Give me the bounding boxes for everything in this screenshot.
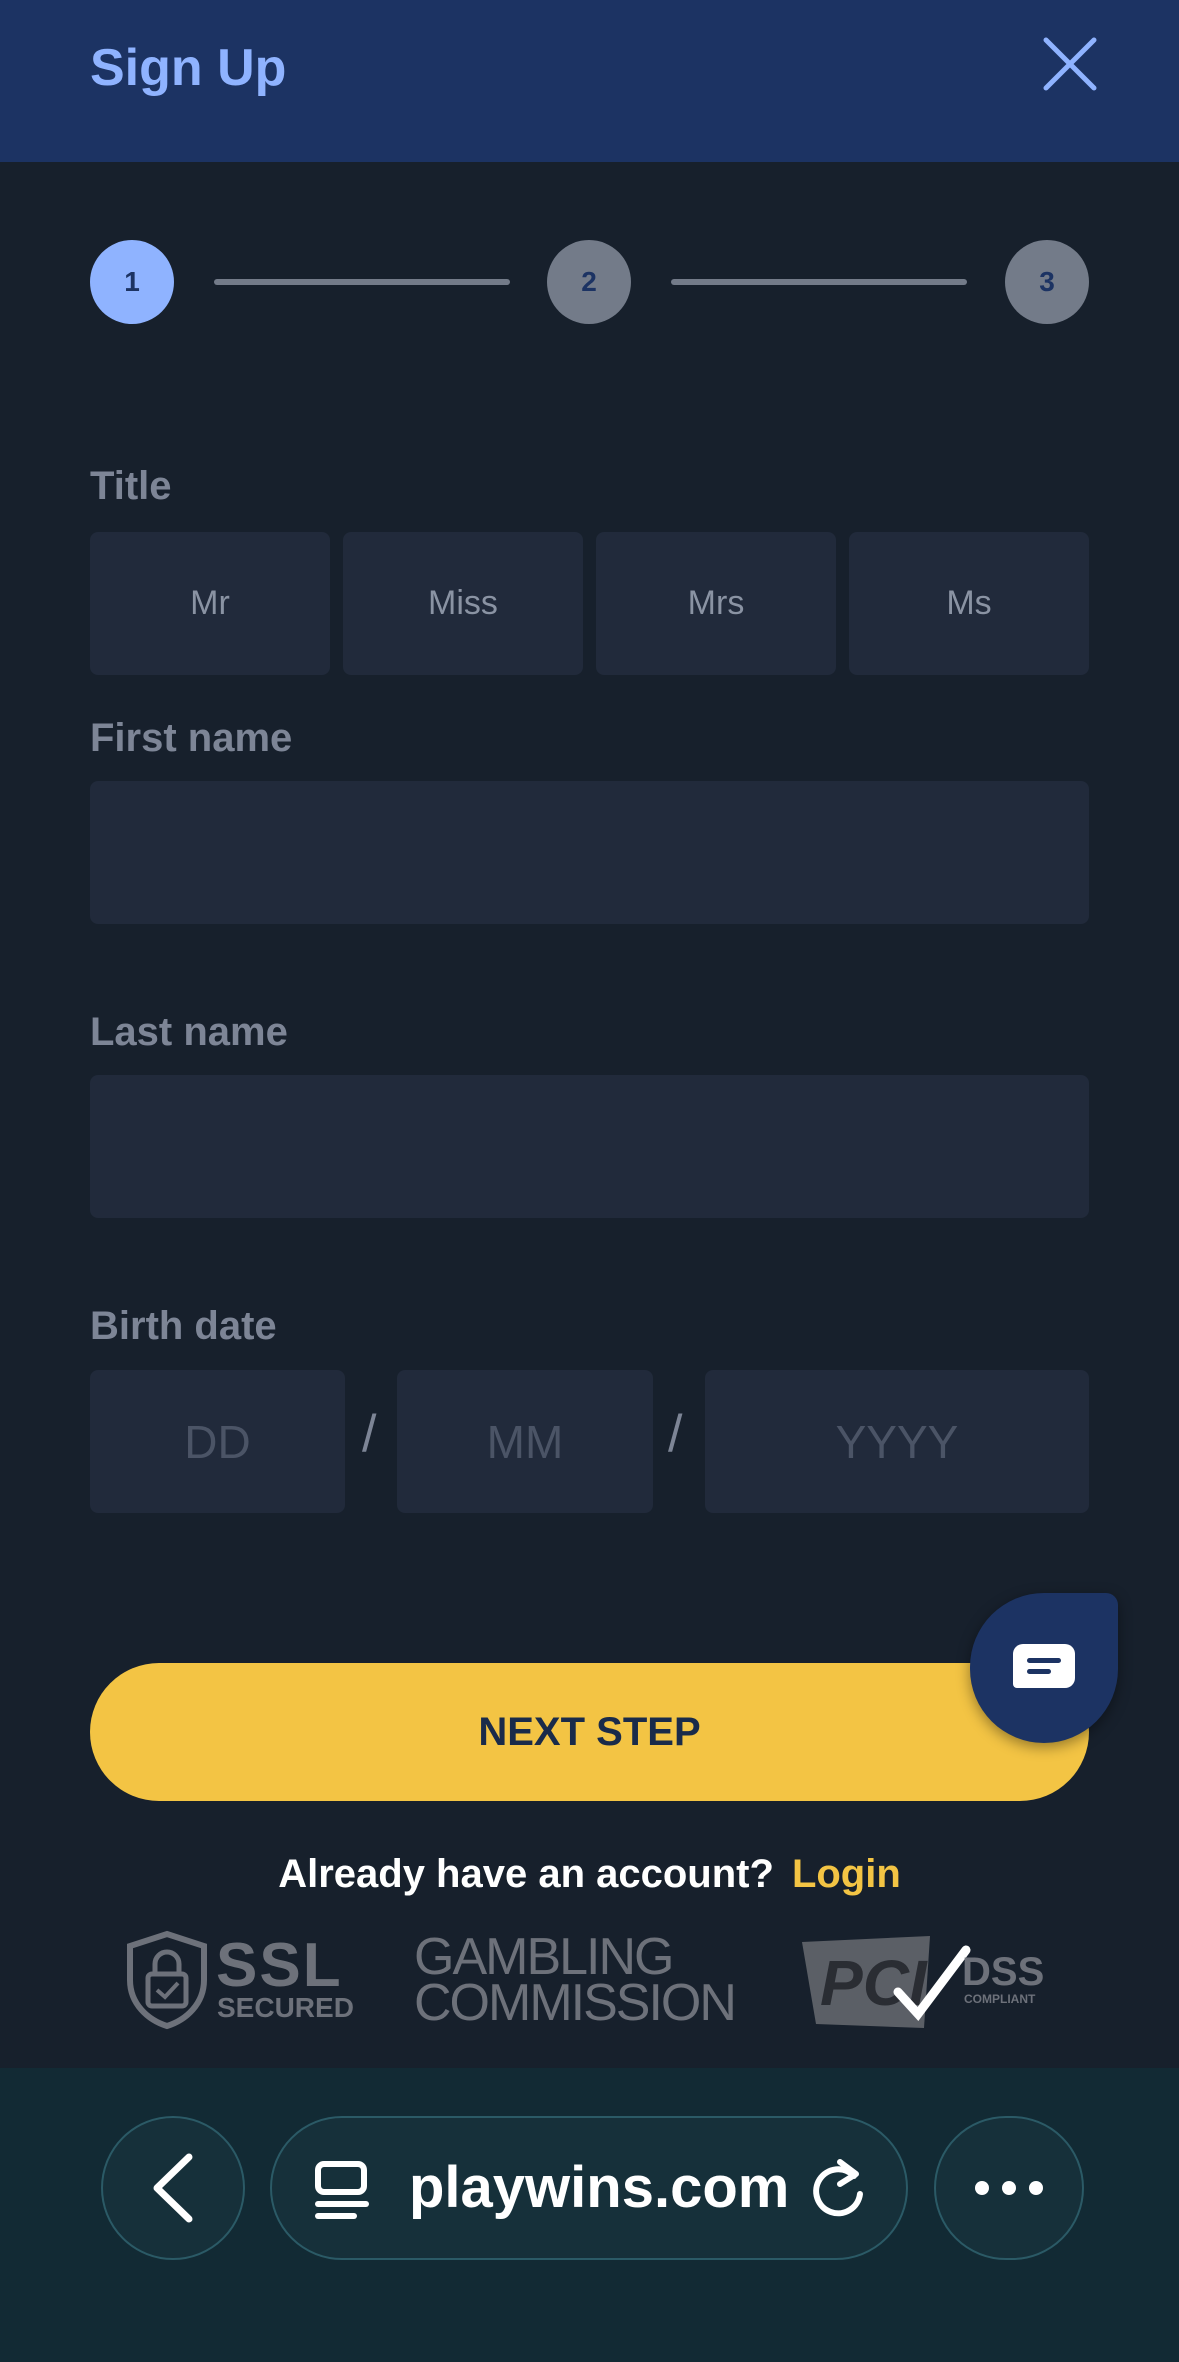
step-3-indicator: 3 <box>1005 240 1089 324</box>
last-name-field[interactable] <box>90 1075 1089 1218</box>
padlock-shield-icon <box>127 1930 207 2030</box>
close-button[interactable] <box>1040 34 1100 94</box>
pci-dss-badge: PCI DSS COMPLIANT <box>800 1932 1060 2032</box>
first-name-label: First name <box>90 716 293 760</box>
date-separator: / <box>362 1405 377 1463</box>
back-button[interactable] <box>101 2116 245 2260</box>
last-name-label: Last name <box>90 1010 288 1054</box>
gambling-commission-badge: GAMBLING COMMISSION <box>414 1931 737 2032</box>
url-text: playwins.com <box>409 2155 790 2220</box>
title-option-mrs[interactable]: Mrs <box>596 532 836 675</box>
birth-date-label: Birth date <box>90 1304 277 1348</box>
title-option-ms[interactable]: Ms <box>849 532 1089 675</box>
step-2-indicator: 2 <box>547 240 631 324</box>
next-step-button[interactable]: NEXT STEP <box>90 1663 1089 1801</box>
date-separator: / <box>668 1405 683 1463</box>
trust-badges: SSL SECURED GAMBLING COMMISSION PCI DSS … <box>0 1920 1179 2040</box>
step-connector <box>671 279 967 285</box>
account-prompt-text: Already have an account? <box>278 1852 774 1896</box>
compliant-text: COMPLIANT <box>964 1992 1036 2006</box>
step-1-indicator: 1 <box>90 240 174 324</box>
ellipsis-icon <box>975 2181 1043 2195</box>
tab-list-icon <box>315 2161 369 2219</box>
login-link[interactable]: Login <box>792 1852 901 1896</box>
step-connector <box>214 279 510 285</box>
birth-day-field[interactable] <box>90 1370 345 1513</box>
title-option-mr[interactable]: Mr <box>90 532 330 675</box>
first-name-field[interactable] <box>90 781 1089 924</box>
secured-text: SECURED <box>217 1992 354 2023</box>
ssl-text: SSL <box>216 1931 343 2000</box>
title-label: Title <box>90 464 172 508</box>
commission-text: COMMISSION <box>414 1974 737 2032</box>
chat-icon <box>1013 1644 1075 1688</box>
progress-stepper: 1 2 3 <box>90 240 1089 324</box>
page-title: Sign Up <box>90 39 287 97</box>
login-prompt: Already have an account? Login <box>0 1852 1179 1897</box>
chat-button[interactable] <box>970 1593 1118 1743</box>
more-options-button[interactable] <box>934 2116 1084 2260</box>
reload-icon[interactable] <box>810 2158 866 2218</box>
birth-year-field[interactable] <box>705 1370 1089 1513</box>
ssl-secured-badge: SSL SECURED <box>124 1930 354 2035</box>
checkmark-icon <box>893 1945 971 2022</box>
chevron-left-icon <box>153 2153 193 2223</box>
dss-text: DSS <box>962 1950 1045 1994</box>
title-selector: Mr Miss Mrs Ms <box>90 532 1089 675</box>
close-icon <box>1043 37 1097 91</box>
modal-header: Sign Up <box>0 0 1179 162</box>
address-bar[interactable]: playwins.com <box>270 2116 908 2260</box>
title-option-miss[interactable]: Miss <box>343 532 583 675</box>
birth-month-field[interactable] <box>397 1370 653 1513</box>
browser-toolbar: playwins.com <box>0 2068 1179 2362</box>
